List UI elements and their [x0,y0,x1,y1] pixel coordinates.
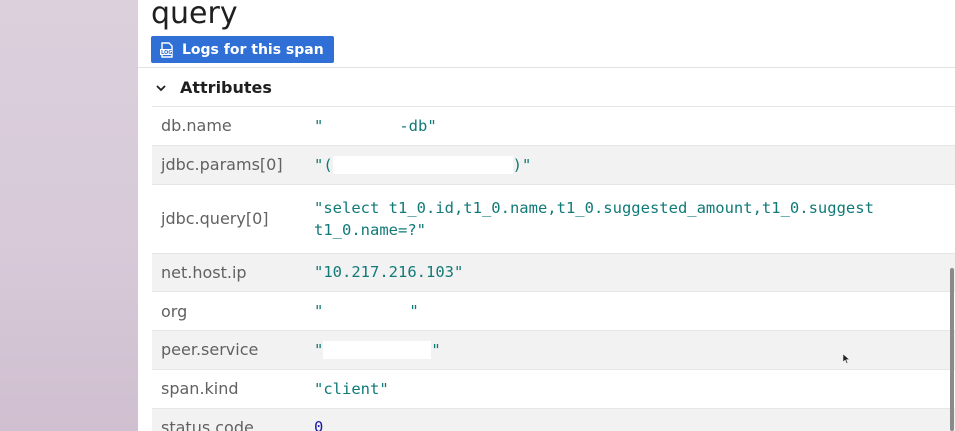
redacted-block [323,341,432,360]
attribute-value: " " [314,302,419,321]
table-row: span.kind "client" [152,370,955,409]
logs-for-span-button[interactable]: LOG Logs for this span [151,36,334,63]
table-row: jdbc.params[0] "()" [152,145,955,185]
divider [138,67,955,68]
attribute-value: " -db" [314,116,437,136]
chevron-down-icon [156,84,166,91]
span-title: query [151,0,238,31]
attribute-key: status.code [161,417,254,431]
redacted-block [323,302,410,321]
attribute-key: jdbc.params[0] [161,155,283,175]
attribute-value: "client" [314,379,389,398]
vertical-scrollbar[interactable] [950,268,954,431]
attribute-value: "10.217.216.103" [314,263,464,282]
attributes-header: Attributes [180,78,272,97]
logs-button-label: Logs for this span [182,41,324,58]
background-sidebar [0,0,138,431]
attributes-toggle[interactable]: Attributes [156,78,272,97]
attributes-table: db.name " -db" jdbc.params[0] "()" jdbc.q… [152,106,955,431]
log-icon: LOG [160,41,173,58]
svg-text:LOG: LOG [161,50,172,56]
attribute-key: net.host.ip [161,262,247,282]
table-row: db.name " -db" [152,107,955,146]
attribute-key: span.kind [161,379,239,399]
attribute-key: peer.service [161,340,259,360]
attribute-key: org [161,301,188,321]
attribute-key: jdbc.query[0] [161,209,269,228]
attribute-value: " " [314,340,441,360]
table-row: status.code 0 [152,408,955,431]
span-details-panel: query LOG Logs for this span Attributes … [138,0,955,431]
attribute-value: "()" [314,155,532,175]
redacted-block [323,117,400,136]
attribute-key: db.name [161,116,232,136]
table-row: net.host.ip "10.217.216.103" [152,253,955,293]
table-row: org " " [152,292,955,331]
table-row: peer.service " " [152,331,955,370]
redacted-block [332,156,513,175]
attribute-value: 0 [314,418,324,431]
mouse-cursor-icon [843,354,851,364]
attribute-value: "select t1_0.id,t1_0.name,t1_0.suggested… [314,198,874,239]
table-row: jdbc.query[0] "select t1_0.id,t1_0.name,… [152,185,955,254]
